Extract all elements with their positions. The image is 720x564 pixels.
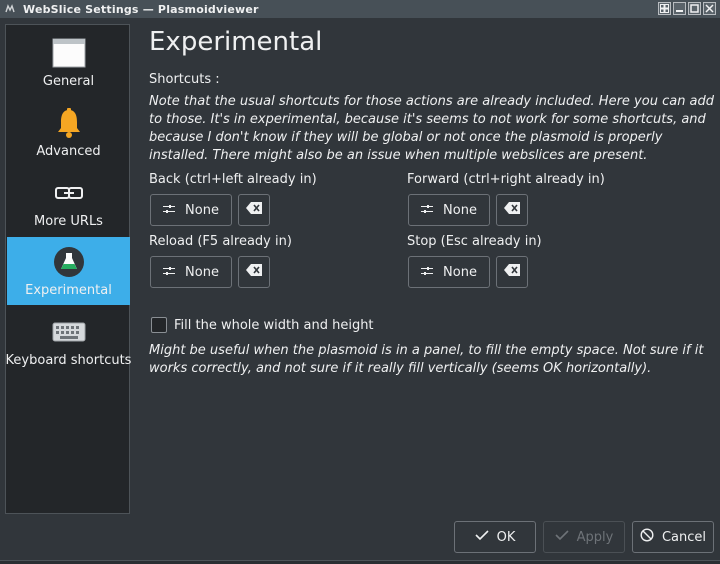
page-title: Experimental	[149, 27, 323, 57]
sidebar-item-label: Advanced	[36, 144, 101, 159]
forward-label: Forward (ctrl+right already in)	[407, 172, 605, 187]
stop-clear-button[interactable]	[496, 256, 528, 288]
cancel-icon	[640, 528, 654, 546]
sidebar-item-label: General	[42, 74, 95, 89]
forward-clear-button[interactable]	[496, 194, 528, 226]
bell-icon	[52, 106, 86, 140]
sidebar-item-label: More URLs	[34, 214, 103, 229]
sidebar-item-more-urls[interactable]: More URLs	[7, 168, 130, 236]
back-label: Back (ctrl+left already in)	[149, 172, 317, 187]
clear-icon	[504, 202, 520, 218]
clear-icon	[246, 264, 262, 280]
back-clear-button[interactable]	[238, 194, 270, 226]
check-icon	[555, 529, 569, 545]
sidebar-item-experimental[interactable]: Experimental	[7, 237, 130, 305]
check-icon	[475, 529, 489, 545]
keyboard-icon	[52, 315, 86, 349]
cancel-button[interactable]: Cancel	[632, 521, 714, 553]
shortcut-value: None	[443, 202, 477, 218]
sidebar-item-label: Keyboard shortcuts	[5, 353, 132, 368]
category-sidebar: General Advanced More URLs Experimental …	[5, 24, 132, 514]
reload-clear-button[interactable]	[238, 256, 270, 288]
ok-label: OK	[496, 529, 516, 545]
stop-label: Stop (Esc already in)	[407, 234, 542, 249]
reload-label: Reload (F5 already in)	[149, 234, 292, 249]
close-button[interactable]	[703, 2, 716, 15]
fill-label[interactable]: Fill the whole width and height	[174, 318, 374, 333]
configure-icon	[163, 265, 176, 280]
configure-icon	[421, 265, 434, 280]
shortcuts-note: Note that the usual shortcuts for those …	[149, 94, 715, 163]
configure-icon	[163, 203, 176, 218]
fill-checkbox[interactable]	[151, 317, 167, 333]
sidebar-item-advanced[interactable]: Advanced	[7, 98, 130, 166]
back-shortcut-button[interactable]: None	[150, 194, 232, 226]
window-titlebar: WebSlice Settings — Plasmoidviewer	[0, 0, 720, 18]
clear-icon	[246, 202, 262, 218]
shortcut-value: None	[185, 202, 219, 218]
shortcut-value: None	[185, 264, 219, 280]
window-icon	[52, 36, 86, 70]
maximize-button[interactable]	[688, 2, 701, 15]
cancel-label: Cancel	[661, 529, 707, 545]
window-bottom-edge	[0, 560, 720, 564]
sidebar-item-keyboard-shortcuts[interactable]: Keyboard shortcuts	[5, 307, 132, 375]
sidebar-item-general[interactable]: General	[7, 28, 130, 96]
shortcut-value: None	[443, 264, 477, 280]
fill-note: Might be useful when the plasmoid is in …	[149, 343, 704, 376]
apply-label: Apply	[576, 529, 614, 545]
clear-icon	[504, 264, 520, 280]
window-title: WebSlice Settings — Plasmoidviewer	[23, 2, 259, 16]
reload-shortcut-button[interactable]: None	[150, 256, 232, 288]
app-icon	[3, 2, 17, 16]
flask-icon	[52, 245, 86, 279]
minimize-button[interactable]	[673, 2, 686, 15]
keep-above-icon[interactable]	[658, 2, 671, 15]
apply-button[interactable]: Apply	[543, 521, 625, 553]
configure-icon	[421, 203, 434, 218]
stop-shortcut-button[interactable]: None	[408, 256, 490, 288]
sidebar-item-label: Experimental	[25, 283, 112, 298]
forward-shortcut-button[interactable]: None	[408, 194, 490, 226]
link-icon	[52, 176, 86, 210]
ok-button[interactable]: OK	[454, 521, 536, 553]
shortcuts-label: Shortcuts :	[149, 72, 220, 87]
